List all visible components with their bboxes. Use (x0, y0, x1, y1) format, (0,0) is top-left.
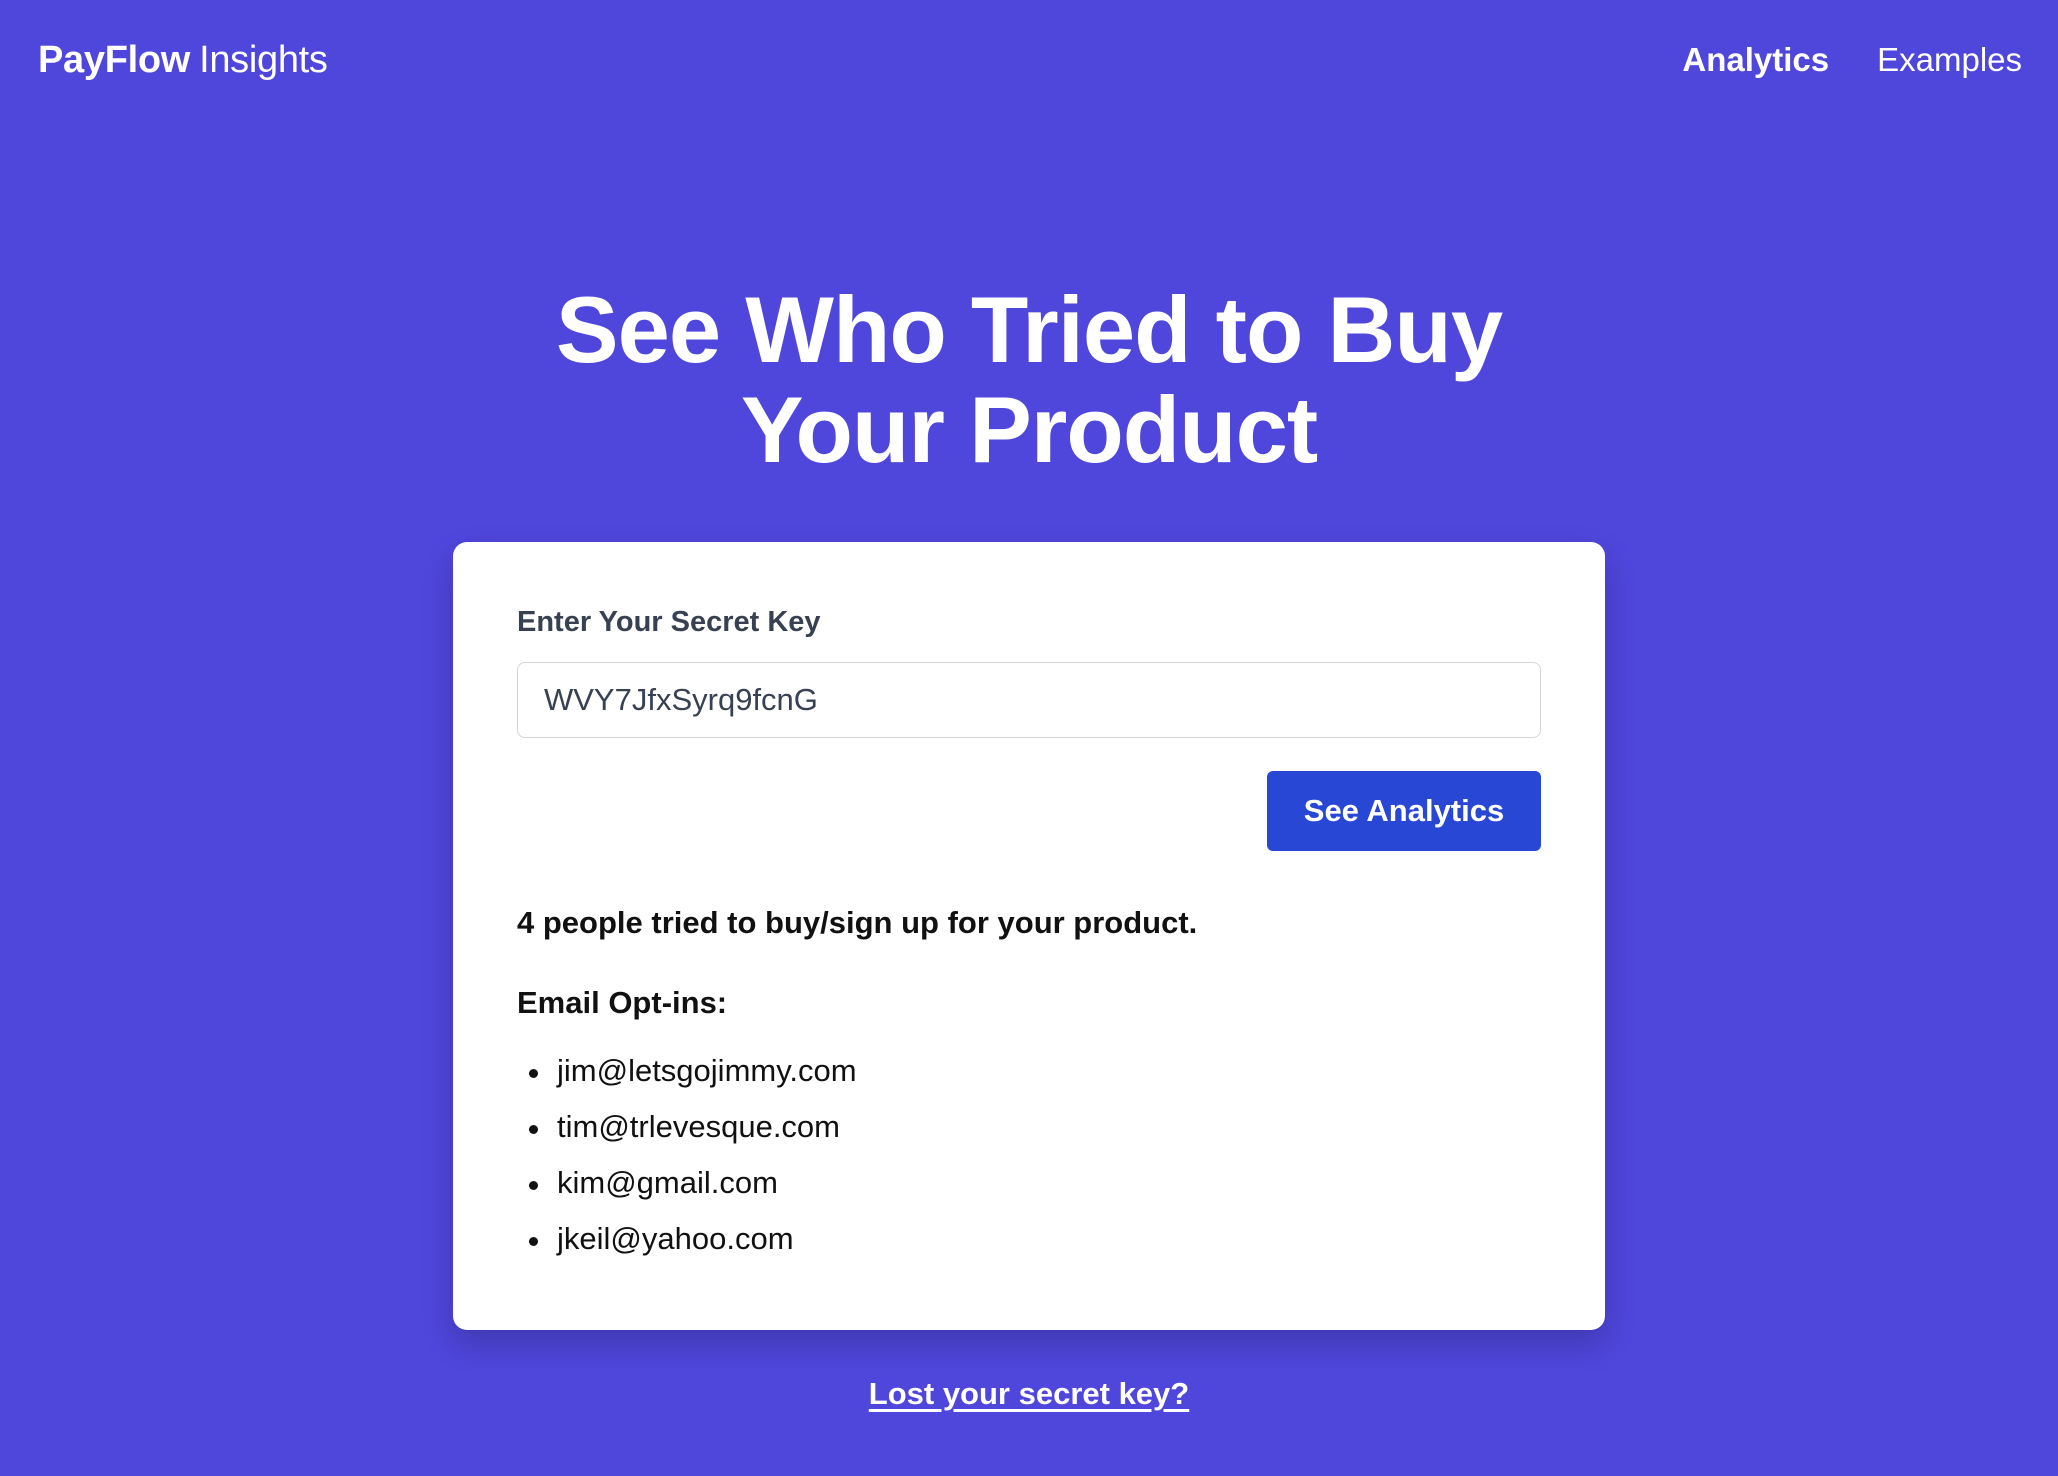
secret-key-label: Enter Your Secret Key (517, 606, 821, 638)
brand-logo[interactable]: PayFlow Insights (38, 39, 328, 82)
brand-name-light: Insights (199, 38, 328, 81)
nav-link-analytics[interactable]: Analytics (1682, 41, 1829, 79)
button-row: See Analytics (517, 771, 1541, 851)
email-optins-heading: Email Opt-ins: (517, 985, 728, 1020)
hero-heading-line-2: Your Product (740, 377, 1318, 482)
analytics-card: Enter Your Secret Key See Analytics 4 pe… (453, 542, 1605, 1330)
top-navigation-bar: PayFlow Insights Analytics Examples (0, 0, 2058, 120)
hero-heading: See Who Tried to Buy Your Product (0, 280, 2058, 480)
nav-link-examples[interactable]: Examples (1877, 41, 2022, 79)
lost-secret-key-link[interactable]: Lost your secret key? (869, 1376, 1189, 1411)
secret-key-input[interactable] (517, 662, 1541, 738)
lost-key-container: Lost your secret key? (0, 1376, 2058, 1412)
email-optins-list: jim@letsgojimmy.com tim@trlevesque.com k… (517, 1043, 1541, 1267)
brand-name-bold: PayFlow (38, 38, 191, 81)
email-list-item: jim@letsgojimmy.com (517, 1043, 1541, 1099)
email-list-item: jkeil@yahoo.com (517, 1211, 1541, 1267)
email-list-item: kim@gmail.com (517, 1155, 1541, 1211)
result-summary: 4 people tried to buy/sign up for your p… (517, 905, 1198, 940)
main-nav: Analytics Examples (1682, 41, 2022, 79)
email-list-item: tim@trlevesque.com (517, 1099, 1541, 1155)
see-analytics-button[interactable]: See Analytics (1267, 771, 1541, 851)
hero-heading-line-1: See Who Tried to Buy (555, 277, 1503, 382)
